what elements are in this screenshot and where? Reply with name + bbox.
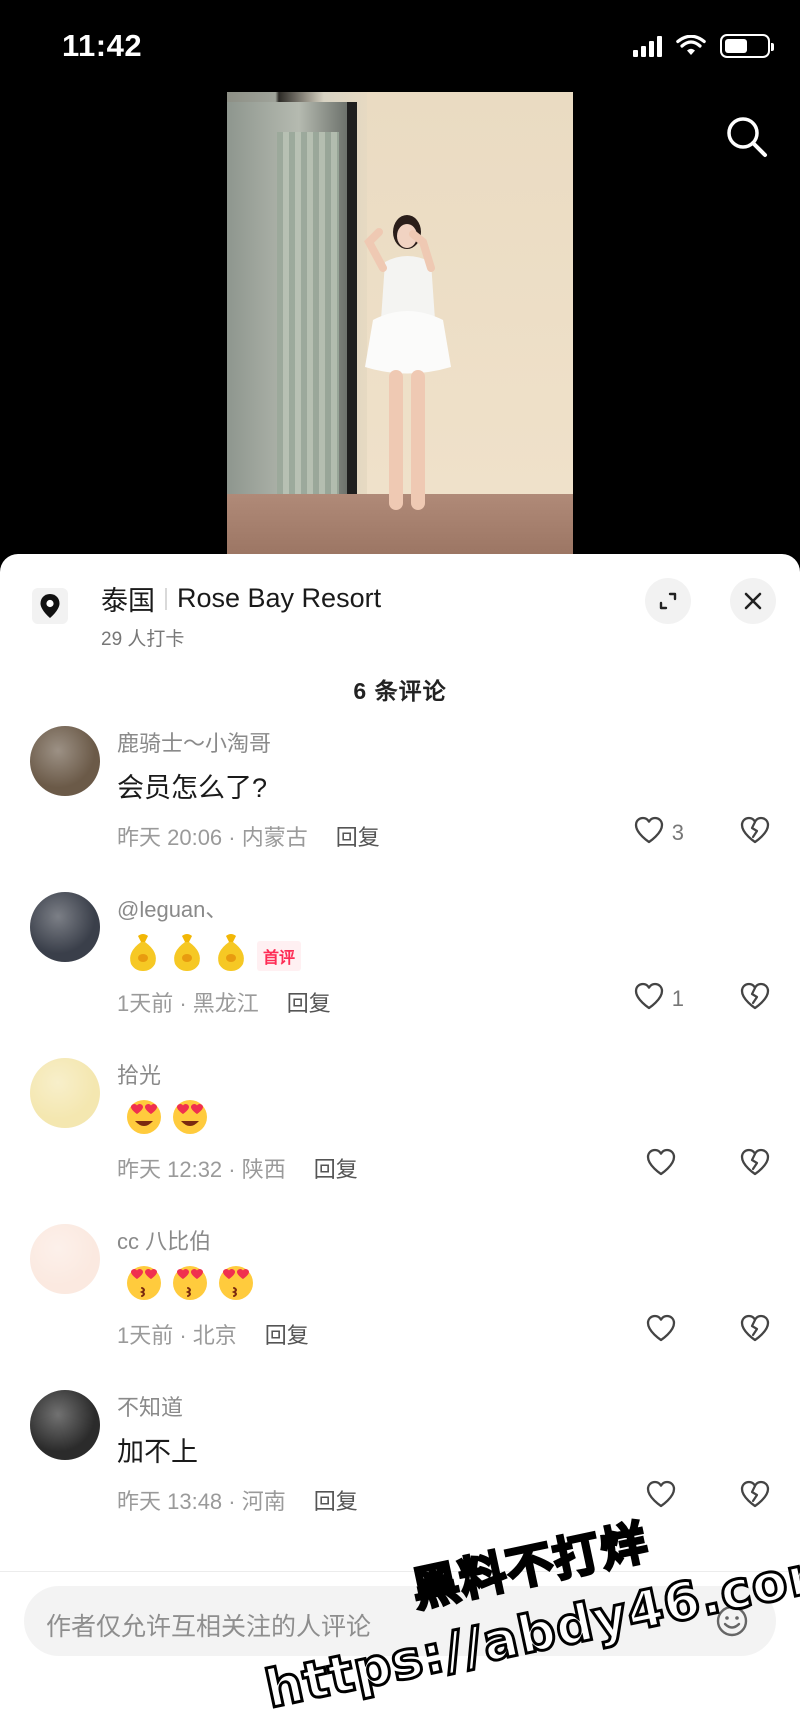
like-count: 3 (671, 819, 684, 845)
reply-button[interactable]: 回复 (287, 986, 331, 1018)
avatar[interactable] (30, 1390, 100, 1460)
like-button[interactable] (646, 1480, 684, 1513)
dislike-button[interactable] (740, 1148, 770, 1181)
location-place: Rose Bay Resort (177, 583, 382, 613)
status-time: 11:42 (62, 28, 143, 63)
video-frame (227, 92, 573, 554)
reply-button[interactable]: 回复 (314, 1484, 358, 1516)
comment-item[interactable]: cc 八比伯 1天前 · 北京 回复 (0, 1224, 800, 1390)
broken-heart-icon (740, 816, 770, 848)
comment-meta: 1天前 · 黑龙江 回复 (117, 986, 331, 1018)
heart-eyes-emoji-icon (125, 1098, 163, 1143)
video-player[interactable] (0, 92, 800, 554)
location-pin-icon (32, 588, 68, 624)
like-button[interactable]: 1 (634, 982, 684, 1015)
comment-username[interactable]: 拾光 (117, 1058, 161, 1090)
expand-icon (659, 592, 677, 610)
dislike-button[interactable] (740, 982, 770, 1015)
like-count: 1 (671, 985, 684, 1011)
battery-fill (725, 39, 747, 53)
comment-username[interactable]: cc 八比伯 (117, 1224, 211, 1256)
broken-heart-icon (740, 1314, 770, 1346)
kiss-heart-emoji-icon (125, 1264, 163, 1309)
avatar[interactable] (30, 1224, 100, 1294)
comment-input[interactable]: 作者仅允许互相关注的人评论 (24, 1586, 776, 1656)
emoji-icon[interactable] (714, 1603, 750, 1639)
location-region: 泰国 (101, 586, 155, 616)
checkin-count: 29 人打卡 (101, 629, 185, 650)
comment-time-location: 1天前 · 北京 (117, 1323, 237, 1348)
comment-input-placeholder: 作者仅允许互相关注的人评论 (46, 1613, 372, 1641)
comment-meta: 昨天 20:06 · 内蒙古 回复 (117, 820, 380, 852)
comment-time-location: 1天前 · 黑龙江 (117, 991, 259, 1016)
money-bag-emoji-icon (169, 932, 205, 979)
location-title[interactable]: 泰国 Rose Bay Resort (101, 579, 381, 618)
like-button[interactable] (646, 1148, 684, 1181)
battery-icon (720, 34, 774, 58)
comment-item[interactable]: 拾光 昨天 12:32 · 陕西 回复 (0, 1058, 800, 1224)
search-icon[interactable] (722, 112, 772, 162)
avatar[interactable] (30, 726, 100, 796)
broken-heart-icon (740, 982, 770, 1014)
comments-sheet: 泰国 Rose Bay Resort 29 人打卡 6 条评论 鹿骑士～小淘哥 … (0, 554, 800, 1731)
comment-time-location: 昨天 12:32 · 陕西 (117, 1157, 286, 1182)
dislike-button[interactable] (740, 1480, 770, 1513)
first-comment-badge: 首评 (257, 940, 302, 971)
broken-heart-icon (740, 1480, 770, 1512)
title-divider (165, 587, 167, 610)
like-button[interactable]: 3 (634, 816, 684, 849)
comment-item[interactable]: @leguan、 首评 1天前 · 黑龙江 回复 1 (0, 892, 800, 1058)
video-person-image (364, 215, 451, 510)
comment-text: 会员怎么了? (117, 773, 268, 803)
comment-text: 加不上 (117, 1437, 198, 1467)
comment-count: 6 条评论 (353, 678, 447, 704)
heart-icon (634, 816, 664, 849)
comment-username[interactable]: @leguan、 (117, 892, 227, 924)
like-button[interactable] (646, 1314, 684, 1347)
close-icon (744, 592, 762, 610)
heart-eyes-emoji-icon (171, 1098, 209, 1143)
heart-icon (634, 982, 664, 1015)
comment-item[interactable]: 不知道 加不上 昨天 13:48 · 河南 回复 (0, 1390, 800, 1556)
comment-username[interactable]: 鹿骑士～小淘哥 (117, 726, 271, 758)
expand-button[interactable] (645, 578, 691, 624)
status-icons (633, 34, 774, 58)
kiss-heart-emoji-icon (171, 1264, 209, 1309)
comment-item[interactable]: 鹿骑士～小淘哥 会员怎么了? 昨天 20:06 · 内蒙古 回复 3 (0, 726, 800, 892)
comment-meta: 昨天 13:48 · 河南 回复 (117, 1484, 358, 1516)
dislike-button[interactable] (740, 816, 770, 849)
comment-time-location: 昨天 20:06 · 内蒙古 (117, 825, 308, 850)
dislike-button[interactable] (740, 1314, 770, 1347)
avatar[interactable] (30, 1058, 100, 1128)
comment-meta: 1天前 · 北京 回复 (117, 1318, 309, 1350)
wifi-icon (676, 35, 706, 55)
heart-icon (646, 1480, 676, 1513)
avatar[interactable] (30, 892, 100, 962)
comment-username[interactable]: 不知道 (117, 1390, 183, 1422)
location-header[interactable]: 泰国 Rose Bay Resort 29 人打卡 (0, 554, 800, 654)
comment-text: 首评 (117, 932, 302, 979)
kiss-heart-emoji-icon (217, 1264, 255, 1309)
status-bar: 11:42 (0, 0, 800, 92)
reply-button[interactable]: 回复 (314, 1152, 358, 1184)
heart-icon (646, 1148, 676, 1181)
reply-button[interactable]: 回复 (265, 1318, 309, 1350)
comment-meta: 昨天 12:32 · 陕西 回复 (117, 1152, 358, 1184)
close-button[interactable] (730, 578, 776, 624)
input-divider (0, 1571, 800, 1572)
reply-button[interactable]: 回复 (336, 820, 380, 852)
money-bag-emoji-icon (213, 932, 249, 979)
heart-icon (646, 1314, 676, 1347)
comment-text (117, 1098, 209, 1143)
money-bag-emoji-icon (125, 932, 161, 979)
comment-text (117, 1264, 255, 1309)
broken-heart-icon (740, 1148, 770, 1180)
cellular-signal-icon (633, 35, 662, 57)
comment-time-location: 昨天 13:48 · 河南 (117, 1489, 286, 1514)
